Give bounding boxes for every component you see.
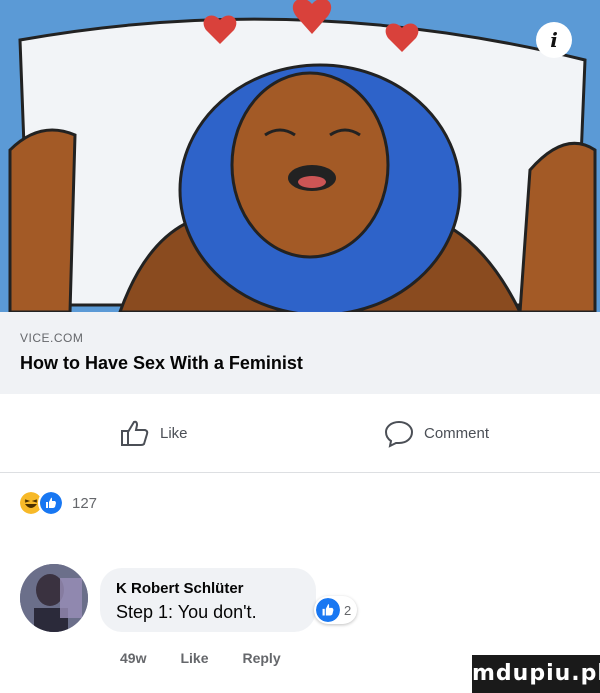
comment-label: Comment [424, 424, 490, 442]
comment-reaction-count: 2 [344, 602, 352, 618]
link-preview[interactable]: VICE.COM How to Have Sex With a Feminist [0, 312, 600, 394]
illustration [0, 0, 600, 312]
avatar-image [20, 564, 88, 632]
post-actions-bar: Like Comment [0, 394, 600, 473]
thumbs-up-icon [121, 420, 149, 446]
reaction-count: 127 [72, 494, 98, 512]
like-button[interactable]: Like [120, 418, 188, 448]
comment-button[interactable]: Comment [384, 418, 489, 448]
reaction-summary[interactable]: 127 [20, 490, 97, 516]
like-label: Like [160, 424, 188, 442]
comment-reply-button[interactable]: Reply [242, 650, 280, 666]
avatar[interactable] [20, 564, 88, 632]
comment-like-button[interactable]: Like [180, 650, 208, 666]
like-reaction-icon [38, 490, 64, 516]
watermark: mdupiu.pl [472, 655, 600, 693]
speech-bubble-icon [384, 420, 414, 448]
comment-author[interactable]: K Robert Schlüter [116, 580, 244, 597]
info-icon[interactable]: i [536, 22, 572, 58]
comment-age: 49w [120, 650, 147, 666]
comment-bubble: K Robert Schlüter Step 1: You don't. [100, 568, 316, 632]
comment-meta: 49w Like Reply [120, 650, 281, 666]
like-reaction-icon [316, 598, 340, 622]
post-image[interactable]: i [0, 0, 600, 312]
comment-text: Step 1: You don't. [116, 602, 257, 622]
link-title[interactable]: How to Have Sex With a Feminist [20, 353, 303, 374]
comment-reaction-badge[interactable]: 2 [314, 596, 358, 624]
link-domain: VICE.COM [20, 331, 84, 345]
